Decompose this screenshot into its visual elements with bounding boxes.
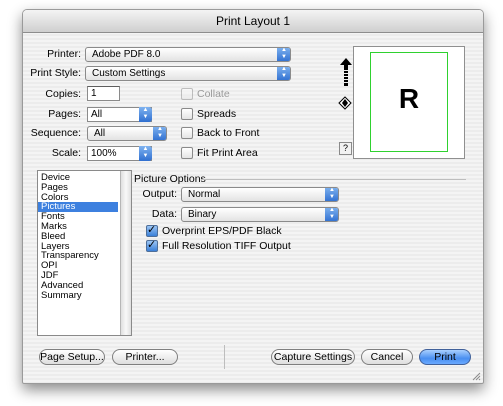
overprint-checkbox[interactable]: ✓ (146, 224, 158, 237)
print-style-label: Print Style: (30, 67, 81, 79)
page-preview-letter: R (398, 83, 420, 114)
print-layout-dialog: Print Layout 1 Printer: Adobe PDF 8.0 ▲ ▼… (22, 9, 484, 384)
capture-settings-button[interactable]: Capture Settings (271, 349, 355, 365)
pages-combo[interactable]: All ▲ ▼ (87, 107, 152, 122)
data-label: Data: (151, 208, 177, 220)
combo-arrows-icon[interactable]: ▲ ▼ (139, 146, 152, 161)
sequence-popup[interactable]: All ▲ ▼ (87, 126, 167, 141)
data-value: Binary (188, 209, 217, 220)
spreads-checkbox[interactable] (181, 108, 193, 120)
full-res-tiff-label: Full Resolution TIFF Output (162, 240, 291, 252)
popup-arrows-icon: ▲ ▼ (325, 208, 338, 221)
printer-button[interactable]: Printer... (112, 349, 178, 365)
scale-value: 100% (91, 148, 117, 159)
copies-field[interactable]: 1 (87, 86, 120, 101)
printer-popup[interactable]: Adobe PDF 8.0 ▲ ▼ (85, 47, 291, 62)
cancel-button[interactable]: Cancel (361, 349, 413, 365)
combo-arrows-icon[interactable]: ▲ ▼ (139, 107, 152, 122)
list-scrollbar[interactable] (120, 171, 131, 335)
back-to-front-checkbox[interactable] (181, 127, 193, 139)
page-preview-sheet: R (370, 52, 448, 152)
print-style-popup[interactable]: Custom Settings ▲ ▼ (85, 66, 291, 81)
print-button[interactable]: Print (419, 349, 471, 365)
checkmark-icon: ✓ (147, 239, 157, 251)
copies-label: Copies: (45, 88, 81, 100)
printer-value: Adobe PDF 8.0 (92, 49, 161, 60)
group-divider (201, 179, 466, 180)
preview-help-button[interactable]: ? (339, 142, 352, 155)
picture-options-title: Picture Options (134, 173, 206, 185)
back-to-front-label: Back to Front (197, 127, 260, 139)
button-separator (224, 345, 225, 369)
checkmark-icon: ✓ (147, 224, 157, 236)
list-item[interactable]: Summary (38, 290, 118, 301)
full-res-tiff-checkbox[interactable]: ✓ (146, 239, 158, 252)
output-popup[interactable]: Normal ▲ ▼ (181, 187, 339, 202)
collate-checkbox[interactable] (181, 88, 193, 100)
page-preview: R (353, 46, 465, 159)
scale-combo[interactable]: 100% ▲ ▼ (87, 146, 152, 161)
printer-label: Printer: (47, 48, 81, 60)
page-setup-button[interactable]: Page Setup... (39, 349, 105, 365)
sequence-label: Sequence: (30, 127, 81, 139)
overprint-label: Overprint EPS/PDF Black (162, 225, 282, 237)
fit-print-area-label: Fit Print Area (197, 147, 258, 159)
popup-arrows-icon: ▲ ▼ (325, 188, 338, 201)
window-title: Print Layout 1 (215, 14, 291, 28)
collate-label: Collate (197, 88, 230, 100)
panel-list[interactable]: Device Pages Colors Pictures Fonts Marks Bleed… (37, 170, 132, 336)
fit-print-area-checkbox[interactable] (181, 147, 193, 159)
print-style-value: Custom Settings (92, 68, 166, 79)
output-value: Normal (188, 189, 221, 200)
data-popup[interactable]: Binary ▲ ▼ (181, 207, 339, 222)
pages-value: All (91, 109, 103, 120)
pages-label: Pages: (48, 108, 81, 120)
panel-list-items: Device Pages Colors Pictures Fonts Marks Bleed… (38, 173, 118, 300)
scale-label: Scale: (51, 147, 81, 159)
popup-arrows-icon: ▲ ▼ (277, 67, 290, 80)
sequence-value: All (94, 128, 106, 139)
feed-direction-arrow-icon (340, 58, 352, 86)
title-bar[interactable]: Print Layout 1 (23, 10, 483, 33)
popup-arrows-icon: ▲ ▼ (153, 127, 166, 140)
output-label: Output: (142, 188, 177, 200)
page-rotate-icon[interactable] (338, 96, 352, 110)
spreads-label: Spreads (197, 108, 237, 120)
resize-grip-icon[interactable] (471, 371, 481, 381)
popup-arrows-icon: ▲ ▼ (277, 48, 290, 61)
